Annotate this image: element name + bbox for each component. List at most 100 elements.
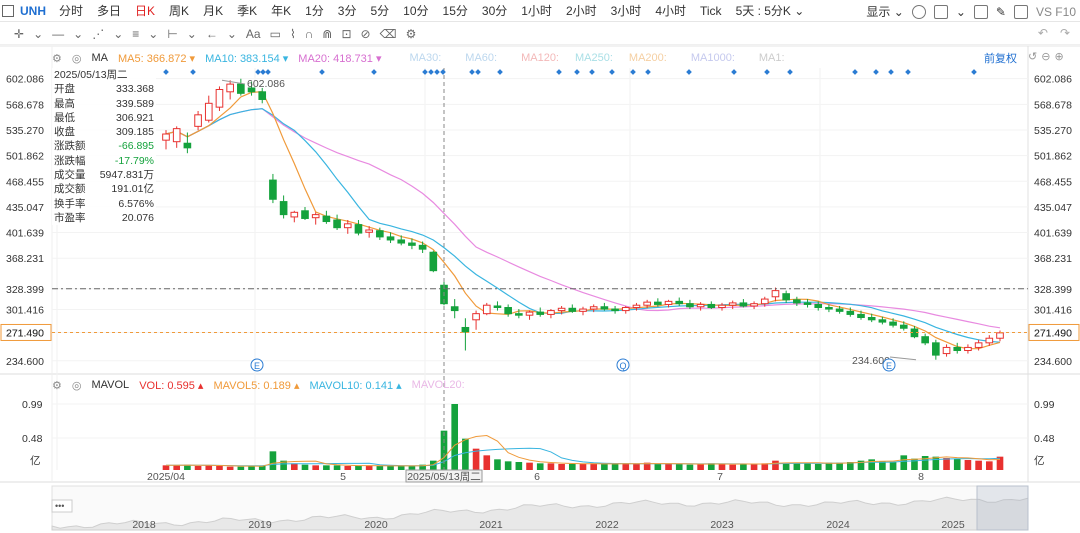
volume-bar bbox=[697, 464, 704, 470]
candle-body bbox=[760, 298, 769, 305]
ma60-label: MA60: bbox=[465, 52, 498, 64]
volume-bar bbox=[686, 464, 694, 470]
signal-marker bbox=[873, 69, 879, 75]
signal-marker bbox=[888, 69, 894, 75]
overview-year-label: 2023 bbox=[710, 519, 734, 531]
candle-body bbox=[172, 128, 181, 143]
overview-year-label: 2025 bbox=[941, 519, 965, 531]
volume-bar bbox=[568, 464, 576, 470]
candle-body bbox=[686, 303, 694, 308]
volume-bar bbox=[440, 430, 448, 470]
ma1-label: MA1: bbox=[758, 52, 785, 64]
price-axis-label-left: 234.600 bbox=[6, 356, 44, 368]
signal-marker bbox=[686, 69, 692, 75]
candle-body bbox=[183, 142, 192, 149]
signal-marker bbox=[440, 69, 446, 75]
ma5-value: 366.872 bbox=[146, 52, 187, 65]
mavol10-legend: MAVOL10: 0.141 ▴ bbox=[309, 379, 402, 392]
candle-body bbox=[162, 133, 170, 141]
volume-bar bbox=[237, 466, 245, 470]
ma200-label: MA200: bbox=[628, 52, 667, 64]
signal-marker bbox=[645, 69, 651, 75]
volume-indicator-label[interactable]: MAVOL bbox=[91, 379, 129, 391]
overview-navigator[interactable]: ••• 2018 2019 2020 2021 2022 2023 2024 2025 bbox=[51, 485, 1029, 531]
info-row-open: 开盘 333.368 bbox=[52, 82, 156, 96]
volume-bar bbox=[868, 459, 876, 470]
info-value: 6.576% bbox=[118, 197, 154, 210]
candle-body bbox=[750, 303, 758, 307]
price-axis-label-left: 568.678 bbox=[6, 99, 44, 111]
info-row-close: 收盘 309.185 bbox=[52, 125, 156, 139]
candle-body bbox=[867, 316, 876, 321]
price-axis-label-left: 535.270 bbox=[6, 125, 44, 137]
signal-marker bbox=[475, 69, 481, 75]
ma5-label: MA5: bbox=[117, 52, 144, 65]
price-axis-label: 368.231 bbox=[1034, 253, 1072, 265]
volume-bar bbox=[205, 465, 213, 470]
signal-marker bbox=[731, 69, 737, 75]
signal-marker bbox=[319, 69, 325, 75]
candle-body bbox=[921, 336, 929, 344]
info-row-high: 最高 339.589 bbox=[52, 97, 156, 111]
settings-icon[interactable]: ⚙ bbox=[52, 379, 62, 392]
candle-body bbox=[728, 302, 737, 306]
signal-marker bbox=[764, 69, 770, 75]
signal-marker bbox=[265, 69, 271, 75]
zoom-out-icon[interactable]: ⊖ bbox=[1041, 50, 1050, 63]
candlestick-series bbox=[162, 78, 1004, 360]
ma20-label: MA20: bbox=[298, 52, 331, 65]
reset-icon[interactable]: ↺ bbox=[1028, 50, 1037, 63]
volume-bar bbox=[985, 461, 993, 470]
volume-bar bbox=[772, 460, 779, 470]
candle-body bbox=[632, 304, 641, 309]
signal-marker bbox=[422, 69, 428, 75]
signal-marker bbox=[428, 69, 434, 75]
candle-body bbox=[365, 229, 373, 233]
candle-body bbox=[974, 342, 983, 348]
info-value: 309.185 bbox=[116, 126, 154, 139]
settings-icon[interactable]: ⚙ bbox=[52, 52, 62, 65]
volume-bar bbox=[355, 466, 362, 470]
kline-chart[interactable]: 271.490 271.490 2025/05/13周二 602.086 234.600… bbox=[0, 0, 1080, 533]
chart-grid bbox=[0, 45, 1080, 483]
ma-indicator-label[interactable]: MA bbox=[91, 52, 108, 64]
candle-body bbox=[932, 342, 940, 356]
zoom-in-icon[interactable]: ⊕ bbox=[1054, 50, 1063, 63]
price-axis-label-left: 602.086 bbox=[6, 74, 44, 86]
candle-body bbox=[525, 311, 534, 316]
visibility-icon[interactable]: ◎ bbox=[72, 52, 82, 65]
candle-body bbox=[418, 244, 427, 250]
visibility-icon[interactable]: ◎ bbox=[72, 379, 82, 392]
volume-bar bbox=[290, 463, 298, 470]
candle-body bbox=[600, 306, 609, 310]
chart-pane-controls: ↺ ⊖ ⊕ bbox=[1028, 50, 1064, 63]
ma1000-label: MA1000: bbox=[690, 52, 735, 64]
mavol20-label: MAVOL20: bbox=[411, 379, 465, 391]
volume-bars bbox=[162, 404, 1004, 470]
volume-bar bbox=[451, 404, 459, 470]
volume-bar bbox=[312, 465, 320, 470]
price-axis-label: 602.086 bbox=[1034, 74, 1072, 86]
price-axis-label: 328.399 bbox=[1034, 284, 1072, 296]
signal-marker bbox=[574, 69, 580, 75]
volume-bar bbox=[729, 464, 737, 470]
candle-body bbox=[857, 313, 865, 318]
info-date: 2025/05/13周二 bbox=[54, 69, 128, 81]
candle-body bbox=[846, 310, 855, 315]
price-axis-label: 401.639 bbox=[1034, 228, 1072, 240]
candle-body bbox=[397, 239, 406, 244]
candle-body bbox=[311, 214, 320, 219]
candle-body bbox=[953, 346, 962, 352]
volume-bar bbox=[814, 464, 822, 470]
candle-body bbox=[985, 337, 994, 344]
signal-marker bbox=[971, 69, 977, 75]
volume-bar bbox=[889, 462, 897, 470]
volume-bar bbox=[579, 464, 587, 470]
adjust-mode-button[interactable]: 前复权 bbox=[984, 50, 1017, 66]
price-axis-label-left: 468.455 bbox=[6, 176, 44, 188]
volume-bar bbox=[515, 462, 523, 470]
info-row-low: 最低 306.921 bbox=[52, 111, 156, 125]
vol-label: VOL: bbox=[139, 379, 165, 392]
crosshair-date-text: 2025/05/13周二 bbox=[407, 471, 481, 483]
volume-unit-label: 亿 bbox=[1034, 454, 1045, 467]
